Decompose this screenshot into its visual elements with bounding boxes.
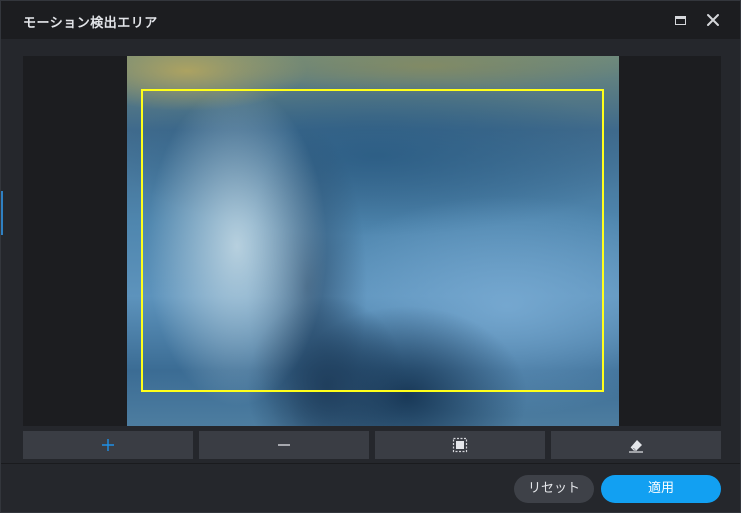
close-icon [707, 14, 719, 26]
select-all-icon [452, 437, 468, 453]
eraser-icon [629, 440, 643, 453]
camera-preview[interactable] [23, 56, 721, 426]
dialog-title: モーション検出エリア [23, 16, 158, 31]
remove-area-button[interactable] [199, 431, 369, 459]
motion-area-dialog: モーション検出エリア リセット 適用 [0, 0, 741, 513]
add-area-button[interactable] [23, 431, 193, 459]
reset-button[interactable]: リセット [514, 475, 594, 503]
close-button[interactable] [704, 11, 722, 29]
minus-icon [278, 444, 290, 446]
motion-detection-area[interactable] [141, 89, 604, 392]
select-all-button[interactable] [375, 431, 545, 459]
title-bar: モーション検出エリア [1, 1, 740, 39]
apply-button[interactable]: 適用 [601, 475, 721, 503]
maximize-button[interactable] [672, 11, 690, 29]
footer-divider [1, 463, 740, 464]
plus-icon [102, 439, 114, 451]
maximize-icon [675, 16, 686, 25]
left-accent-bar [1, 191, 3, 235]
erase-area-button[interactable] [551, 431, 721, 459]
